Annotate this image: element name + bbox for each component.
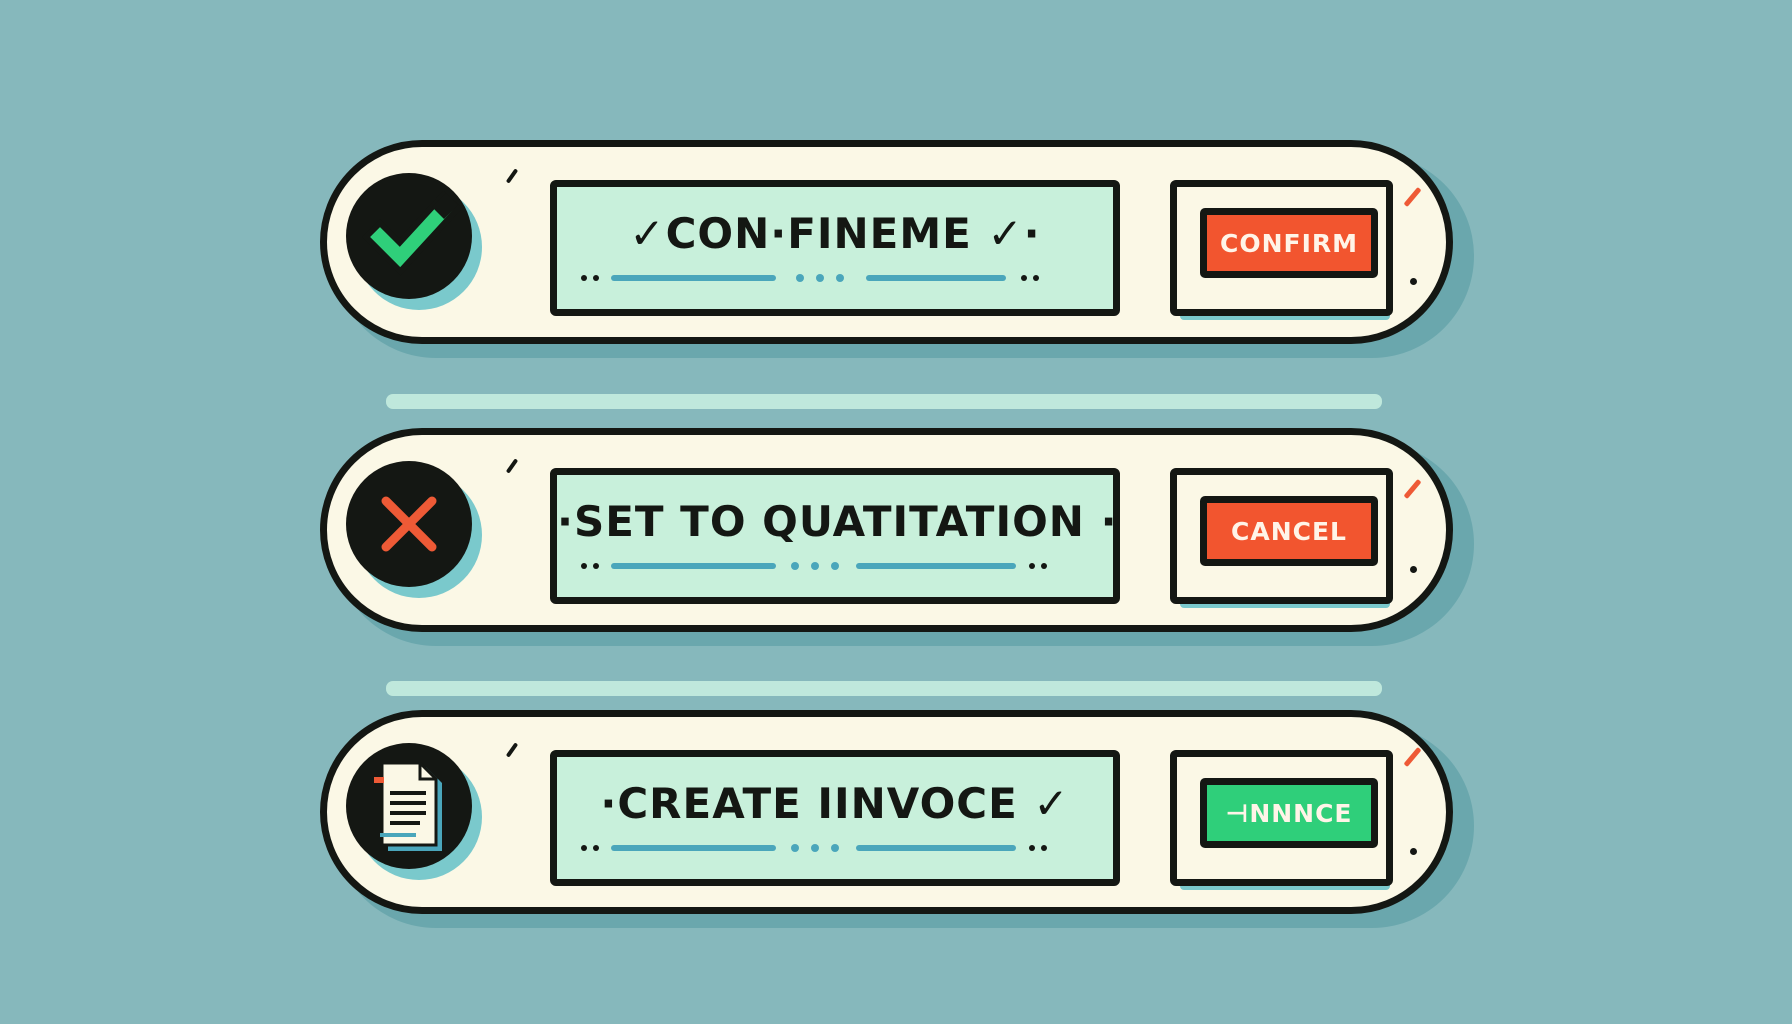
end-dot [1410,566,1417,573]
field-quotation[interactable]: ·SET TO QUATITATION · [550,468,1120,604]
field-label: ·CREATE IINVOCE ✓ [600,779,1070,828]
field-confirm[interactable]: ✓CON·FINEME ✓· [550,180,1120,316]
field-decoration [581,843,1095,853]
action-row-invoice: ·CREATE IINVOCE ✓ ⊣NNNCE [320,710,1474,928]
document-icon [346,743,472,869]
confirm-button[interactable]: CONFIRM [1200,208,1378,278]
check-icon [346,173,472,299]
end-dot [1410,848,1417,855]
field-decoration [581,561,1095,571]
action-row-confirm: ✓CON·FINEME ✓· CONFIRM [320,140,1474,358]
action-row-cancel: ·SET TO QUATITATION · CANCEL [320,428,1474,646]
cancel-button[interactable]: CANCEL [1200,496,1378,566]
divider [386,394,1382,409]
divider [386,681,1382,696]
field-decoration [581,273,1095,283]
field-label: ✓CON·FINEME ✓· [629,209,1041,258]
invoice-button[interactable]: ⊣NNNCE [1200,778,1378,848]
field-label: ·SET TO QUATITATION · [557,497,1118,546]
field-invoice[interactable]: ·CREATE IINVOCE ✓ [550,750,1120,886]
cross-icon [346,461,472,587]
end-dot [1410,278,1417,285]
canvas: ✓CON·FINEME ✓· CONFIRM ·SET TO QUATITATI… [0,0,1792,1024]
